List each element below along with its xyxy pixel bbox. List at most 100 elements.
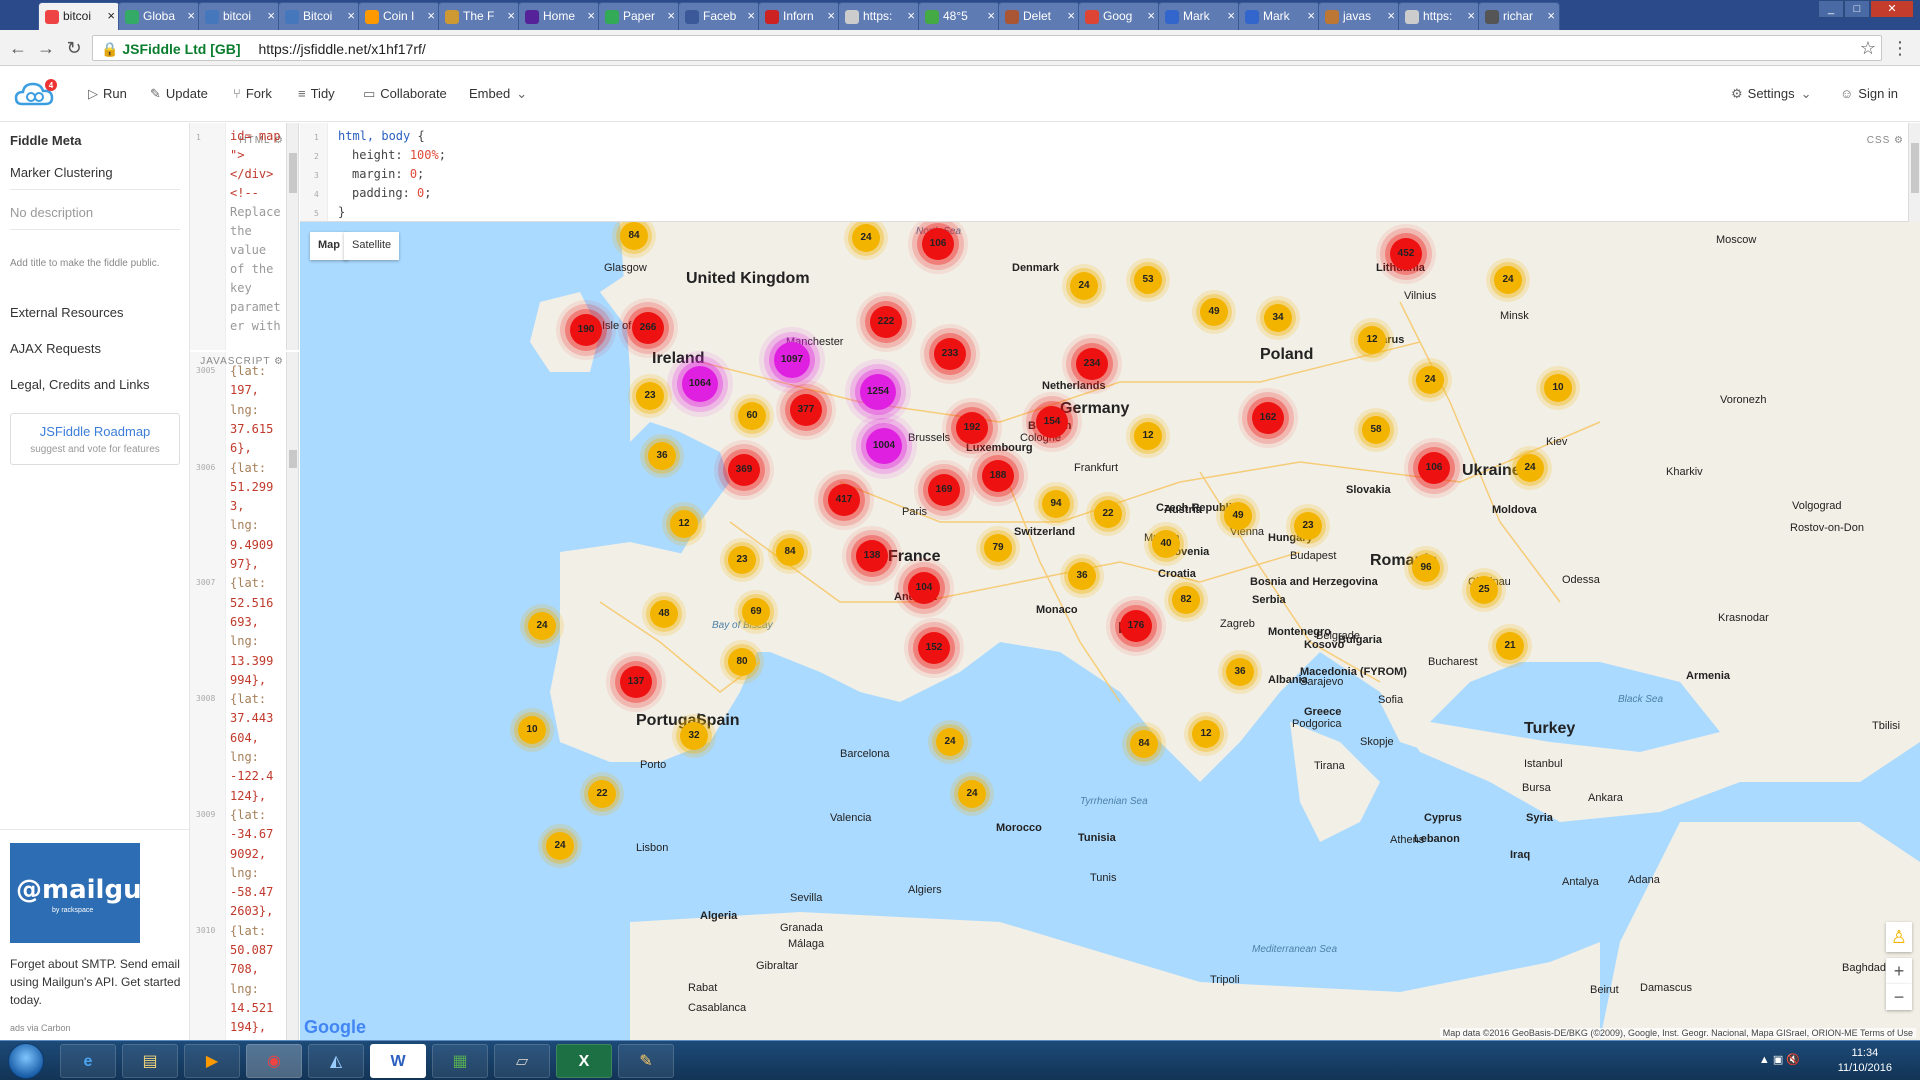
marker-cluster[interactable]: 24 (1516, 454, 1544, 482)
zoom-in-button[interactable]: + (1886, 958, 1912, 984)
browser-tab[interactable]: https: × (1398, 2, 1480, 30)
marker-cluster[interactable]: 84 (620, 222, 648, 250)
close-tab-icon[interactable]: × (1227, 8, 1235, 23)
gear-icon[interactable]: ⚙ (274, 356, 284, 367)
browser-tab[interactable]: https: × (838, 2, 920, 30)
browser-tab[interactable]: Faceb × (678, 2, 760, 30)
marker-cluster[interactable]: 104 (908, 572, 940, 604)
gear-icon[interactable]: ⚙ (1894, 135, 1904, 146)
marker-cluster[interactable]: 23 (1294, 512, 1322, 540)
marker-cluster[interactable]: 152 (918, 632, 950, 664)
marker-cluster[interactable]: 69 (742, 598, 770, 626)
marker-cluster[interactable]: 192 (956, 412, 988, 444)
close-tab-icon[interactable]: × (907, 8, 915, 23)
browser-tab[interactable]: Goog × (1078, 2, 1160, 30)
close-tab-icon[interactable]: × (747, 8, 755, 23)
marker-cluster[interactable]: 176 (1120, 610, 1152, 642)
marker-cluster[interactable]: 369 (728, 454, 760, 486)
marker-cluster[interactable]: 417 (828, 484, 860, 516)
html-editor[interactable]: 1 HTML ⚙ id= map "> </div> <!-- Replace the va… (190, 123, 299, 350)
marker-cluster[interactable]: 84 (1130, 730, 1158, 758)
browser-tab[interactable]: Inforn × (758, 2, 840, 30)
marker-cluster[interactable]: 24 (958, 780, 986, 808)
fork-button[interactable]: ⑂ Fork (233, 86, 272, 101)
browser-tab[interactable]: Globa × (118, 2, 200, 30)
excel-icon[interactable]: X (556, 1044, 612, 1078)
browser-tab[interactable]: Paper × (598, 2, 680, 30)
close-tab-icon[interactable]: × (507, 8, 515, 23)
marker-cluster[interactable]: 234 (1076, 348, 1108, 380)
marker-cluster[interactable]: 94 (1042, 490, 1070, 518)
clock[interactable]: 11:34 11/10/2016 (1838, 1046, 1892, 1076)
marker-cluster[interactable]: 48 (650, 600, 678, 628)
map-type-map-button[interactable]: Map (310, 232, 348, 260)
media-player-icon[interactable]: ▶ (184, 1044, 240, 1078)
jsfiddle-logo-icon[interactable]: 4 (14, 78, 58, 110)
marker-cluster[interactable]: 24 (1416, 366, 1444, 394)
marker-cluster[interactable]: 138 (856, 540, 888, 572)
close-tab-icon[interactable]: × (667, 8, 675, 23)
close-tab-icon[interactable]: × (187, 8, 195, 23)
marker-cluster[interactable]: 266 (632, 312, 664, 344)
browser-tab[interactable]: Mark × (1238, 2, 1320, 30)
marker-cluster[interactable]: 36 (1226, 658, 1254, 686)
marker-cluster[interactable]: 162 (1252, 402, 1284, 434)
marker-cluster[interactable]: 40 (1152, 530, 1180, 558)
marker-cluster[interactable]: 169 (928, 474, 960, 506)
star-icon[interactable]: ☆ (1858, 38, 1878, 58)
app-icon[interactable]: ▦ (432, 1044, 488, 1078)
marker-cluster[interactable]: 24 (528, 612, 556, 640)
marker-cluster[interactable]: 24 (546, 832, 574, 860)
word-icon[interactable]: W (370, 1044, 426, 1078)
file-explorer-icon[interactable]: ▤ (122, 1044, 178, 1078)
ajax-requests-link[interactable]: AJAX Requests (10, 341, 101, 356)
ad-credit[interactable]: ads via Carbon (10, 1023, 71, 1033)
browser-tab[interactable]: Delet × (998, 2, 1080, 30)
browser-tab[interactable]: bitcoi × (38, 2, 120, 30)
marker-cluster[interactable]: 82 (1172, 586, 1200, 614)
close-tab-icon[interactable]: × (1467, 8, 1475, 23)
marker-cluster[interactable]: 10 (1544, 374, 1572, 402)
marker-cluster[interactable]: 106 (922, 228, 954, 260)
legal-credits-link[interactable]: Legal, Credits and Links (10, 377, 149, 392)
marker-cluster[interactable]: 49 (1200, 298, 1228, 326)
update-button[interactable]: ✎ Update (150, 86, 208, 102)
browser-tab[interactable]: javas × (1318, 2, 1400, 30)
close-tab-icon[interactable]: × (1387, 8, 1395, 23)
google-map[interactable]: Map Satellite United Kingdom Ireland Franc… (300, 222, 1920, 1040)
zoom-out-button[interactable]: − (1886, 984, 1912, 1010)
close-window-button[interactable]: ✕ (1870, 0, 1914, 18)
marker-cluster[interactable]: 49 (1224, 502, 1252, 530)
mailgun-ad-image[interactable]: @mailgun by rackspace (10, 843, 160, 943)
street-view-pegman-icon[interactable]: ♙ (1886, 922, 1912, 952)
signin-button[interactable]: ☺ Sign in (1840, 86, 1898, 101)
close-tab-icon[interactable]: × (587, 8, 595, 23)
marker-cluster[interactable]: 24 (936, 728, 964, 756)
marker-cluster[interactable]: 1254 (860, 374, 896, 410)
browser-tab[interactable]: Coin I × (358, 2, 440, 30)
marker-cluster[interactable]: 1064 (682, 366, 718, 402)
close-tab-icon[interactable]: × (1147, 8, 1155, 23)
settings-button[interactable]: ⚙ Settings ⌄ (1731, 86, 1817, 102)
run-button[interactable]: ▷ Run (88, 86, 127, 102)
system-tray[interactable]: ▲ ▣ 🔇 (1759, 1053, 1800, 1066)
marker-cluster[interactable]: 10 (518, 716, 546, 744)
marker-cluster[interactable]: 24 (1070, 272, 1098, 300)
marker-cluster[interactable]: 80 (728, 648, 756, 676)
marker-cluster[interactable]: 79 (984, 534, 1012, 562)
marker-cluster[interactable]: 222 (870, 306, 902, 338)
back-icon[interactable]: ← (8, 38, 28, 58)
map-attribution[interactable]: Map data ©2016 GeoBasis-DE/BKG (©2009), … (1439, 1028, 1916, 1038)
marker-cluster[interactable]: 190 (570, 314, 602, 346)
close-tab-icon[interactable]: × (1307, 8, 1315, 23)
close-tab-icon[interactable]: × (1547, 8, 1555, 23)
marker-cluster[interactable]: 58 (1362, 416, 1390, 444)
roadmap-button[interactable]: JSFiddle Roadmap suggest and vote for fe… (10, 413, 180, 465)
browser-tab[interactable]: Bitcoi × (278, 2, 360, 30)
close-tab-icon[interactable]: × (107, 8, 115, 23)
close-tab-icon[interactable]: × (427, 8, 435, 23)
marker-cluster[interactable]: 377 (790, 394, 822, 426)
marker-cluster[interactable]: 12 (1134, 422, 1162, 450)
close-tab-icon[interactable]: × (987, 8, 995, 23)
external-resources-link[interactable]: External Resources (10, 305, 123, 320)
